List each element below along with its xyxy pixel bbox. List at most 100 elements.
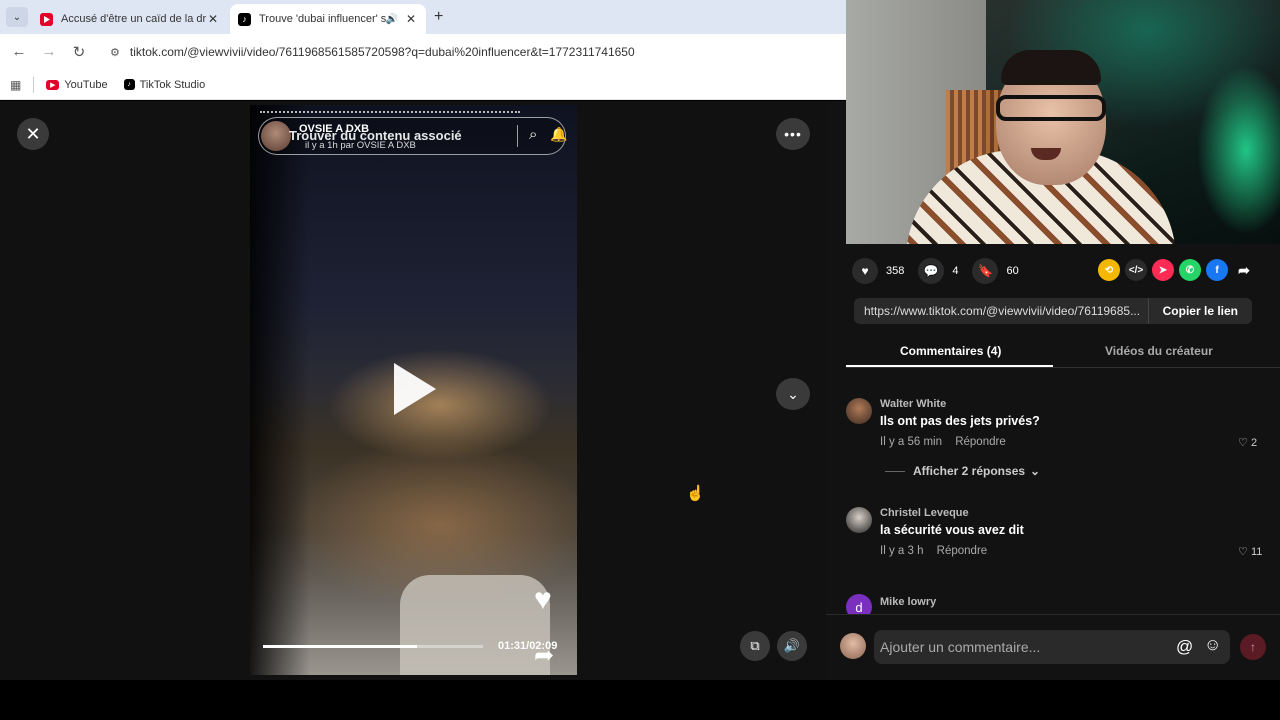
bookmark-label: TikTok Studio	[139, 78, 206, 91]
reply-button[interactable]: Répondre	[955, 436, 1006, 448]
bottom-bar	[0, 680, 1280, 720]
audio-playing-icon[interactable]: 🔊	[386, 14, 398, 25]
copy-link-button[interactable]: Copier le lien	[1147, 298, 1252, 324]
comment-text: la sécurité vous avez dit	[880, 523, 1024, 537]
video-time: 01:31/02:09	[498, 640, 558, 652]
bookmark-icon: 🔖	[972, 258, 999, 284]
play-icon[interactable]	[394, 363, 436, 415]
video-progress-bar[interactable]	[263, 645, 483, 648]
view-replies-label: Afficher 2 réponses	[913, 464, 1026, 478]
comment-item: Christel Leveque la sécurité vous avez d…	[846, 507, 1280, 558]
share-more-icon[interactable]: ➦	[1233, 259, 1255, 281]
url-text: tiktok.com/@viewvivii/video/761196856158…	[129, 45, 635, 59]
video-overlay-header[interactable]: OVSIE A DXB Trouver du contenu associé i…	[258, 117, 567, 155]
comment-author[interactable]: Mike lowry	[880, 596, 936, 608]
tiktok-icon: ♪	[123, 79, 135, 90]
tab-comments[interactable]: Commentaires (4)	[900, 344, 1001, 358]
heart-outline-icon: ♡	[1238, 437, 1248, 449]
divider	[33, 76, 35, 93]
comment-like-count: 11	[1250, 546, 1263, 558]
view-replies-button[interactable]: Afficher 2 réponses ⌄	[885, 464, 1040, 478]
avatar[interactable]	[846, 507, 872, 533]
bell-icon[interactable]: 🔔	[550, 126, 567, 143]
video-posted: il y a 1h par OVSIE A DXB	[305, 140, 416, 151]
reload-icon[interactable]: ↻	[70, 43, 88, 61]
facebook-icon[interactable]: f	[1206, 259, 1228, 281]
comment-icon: 💬	[918, 258, 945, 284]
forward-icon[interactable]: →	[40, 43, 58, 60]
bookmark-label: YouTube	[64, 78, 108, 91]
webcam-person-glasses	[996, 95, 1106, 121]
avatar[interactable]: d	[846, 594, 872, 614]
save-count: 60	[1006, 265, 1019, 277]
youtube-icon: ▶	[46, 79, 60, 90]
avatar[interactable]	[846, 398, 872, 424]
site-info-icon[interactable]: ⚙	[110, 46, 120, 59]
comment-like-count: 2	[1250, 437, 1258, 449]
comment-count: 4	[952, 265, 959, 277]
share-options: ⟲ </> ➤ ✆ f ➦	[1098, 259, 1260, 281]
send-to-friends-icon[interactable]: ➤	[1152, 259, 1174, 281]
comment-like-button[interactable]: ♡ 11	[1238, 545, 1262, 558]
apps-grid-icon[interactable]: ▦	[10, 78, 21, 92]
mention-icon[interactable]: @	[1176, 637, 1193, 657]
emoji-icon[interactable]: ☺	[1204, 635, 1221, 655]
repost-icon[interactable]: ⟲	[1098, 259, 1120, 281]
comment-meta: Il y a 56 min Répondre	[880, 436, 1006, 448]
tab-title: Accusé d'être un caïd de la drogue	[61, 13, 206, 25]
bookmark-tiktok-studio[interactable]: ♪ TikTok Studio	[123, 78, 206, 91]
close-tab-icon[interactable]: ✕	[404, 12, 418, 26]
bookmarks-bar: ▦ ▶ YouTube ♪ TikTok Studio	[0, 70, 846, 100]
comment-author[interactable]: Walter White	[880, 398, 946, 410]
close-tab-icon[interactable]: ✕	[206, 12, 220, 26]
avatar[interactable]	[840, 633, 866, 659]
comment-time: Il y a 56 min	[880, 436, 942, 448]
avatar[interactable]	[261, 121, 291, 151]
mini-player-icon[interactable]: ⧉	[740, 631, 770, 661]
next-video-button[interactable]: ⌄	[776, 378, 810, 410]
comment-like-button[interactable]: ♡ 2	[1238, 436, 1257, 449]
progress-fill	[263, 645, 417, 648]
tab-search-button[interactable]: ⌄	[6, 7, 28, 27]
comment-author[interactable]: Christel Leveque	[880, 507, 969, 519]
heart-icon: ♥	[852, 258, 878, 284]
search-icon[interactable]: ⌕	[529, 126, 537, 143]
panel-tabs: Commentaires (4) Vidéos du créateur	[846, 338, 1280, 368]
comment-placeholder: Ajouter un commentaire...	[880, 639, 1041, 655]
volume-icon[interactable]: 🔊	[777, 631, 807, 661]
tiktok-icon: ♪	[238, 12, 251, 26]
reply-button[interactable]: Répondre	[937, 545, 988, 557]
video-shadow	[250, 105, 310, 675]
whatsapp-icon[interactable]: ✆	[1179, 259, 1201, 281]
panel-edge	[826, 101, 846, 244]
heart-icon[interactable]: ♥	[534, 583, 552, 617]
like-button[interactable]: ♥ 358	[852, 258, 904, 284]
address-bar[interactable]: ⚙ tiktok.com/@viewvivii/video/7611968561…	[100, 38, 860, 66]
browser-tab-1[interactable]: Accusé d'être un caïd de la drogue ✕	[32, 4, 228, 34]
browser-tabbar: ⌄ Accusé d'être un caïd de la drogue ✕ ♪…	[0, 0, 846, 34]
youtube-icon	[40, 12, 53, 26]
new-tab-button[interactable]: +	[434, 8, 443, 26]
close-video-button[interactable]: ✕	[17, 118, 49, 150]
more-options-button[interactable]: •••	[776, 118, 810, 150]
divider	[517, 125, 518, 147]
active-tab-indicator	[846, 365, 1053, 367]
chevron-down-icon: ⌄	[1030, 464, 1041, 478]
bookmark-youtube[interactable]: ▶ YouTube	[46, 78, 108, 91]
webcam-overlay	[846, 0, 1280, 244]
comment-meta: Il y a 3 h Répondre	[880, 545, 987, 557]
comment-button[interactable]: 💬 4	[918, 258, 958, 284]
comment-text: Ils ont pas des jets privés?	[880, 414, 1040, 428]
send-button[interactable]: ↑	[1240, 634, 1266, 660]
comment-time: Il y a 3 h	[880, 545, 924, 557]
cursor-icon: ☝	[686, 485, 705, 502]
back-icon[interactable]: ←	[10, 43, 28, 60]
browser-tab-2[interactable]: ♪ Trouve 'dubai influencer' sur TikTok 🔊…	[230, 4, 426, 34]
tab-creator-videos[interactable]: Vidéos du créateur	[1105, 344, 1213, 358]
tab-title: Trouve 'dubai influencer' sur TikTok	[259, 13, 386, 25]
share-link[interactable]: https://www.tiktok.com/@viewvivii/video/…	[854, 304, 1148, 318]
embed-icon[interactable]: </>	[1125, 259, 1147, 281]
video-player[interactable]: OVSIE A DXB Trouver du contenu associé i…	[250, 105, 577, 675]
save-button[interactable]: 🔖 60	[972, 258, 1019, 284]
comment-composer: Ajouter un commentaire... @ ☺ ↑	[826, 614, 1280, 680]
